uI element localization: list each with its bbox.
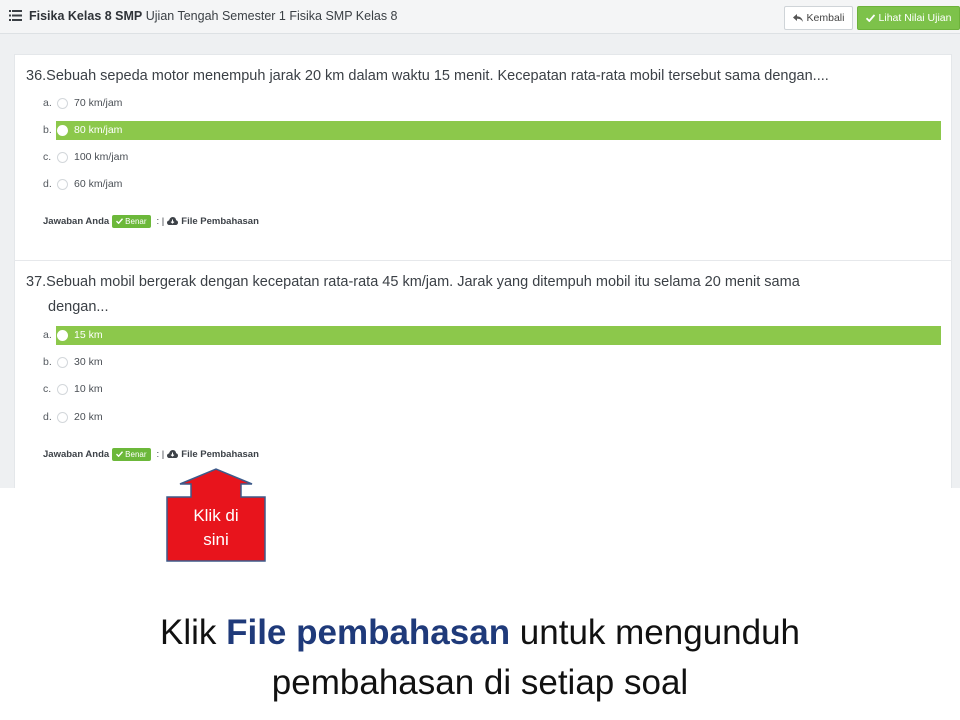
radio-button[interactable]	[57, 179, 68, 190]
question-36-option-a[interactable]: a. 70 km/jam	[0, 94, 960, 113]
radio-button[interactable]	[57, 412, 68, 423]
exam-review-screenshot: Fisika Kelas 8 SMP Ujian Tengah Semester…	[0, 0, 960, 488]
option-letter: c.	[43, 383, 52, 395]
back-button[interactable]: Kembali	[784, 6, 853, 30]
option-letter: b.	[43, 124, 52, 136]
callout-text: Klik di sini	[193, 506, 239, 549]
option-text: 15 km	[74, 329, 103, 341]
question-36-option-d[interactable]: d. 60 km/jam	[0, 175, 960, 194]
check-icon	[865, 14, 875, 22]
separator: : |	[156, 448, 165, 460]
option-text: 80 km/jam	[74, 124, 123, 136]
caption-line1: Klik File pembahasan untuk mengunduh	[159, 613, 801, 652]
radio-button[interactable]	[57, 357, 68, 368]
click-here-callout: Klik di sini	[166, 468, 266, 562]
back-label: Kembali	[806, 12, 845, 24]
question-37-text: 37.Sebuah mobil bergerak dengan kecepata…	[26, 272, 800, 318]
option-letter: c.	[43, 151, 52, 163]
list-icon	[9, 10, 22, 21]
question-37-option-d[interactable]: d. 20 km	[0, 408, 960, 427]
breadcrumb: Fisika Kelas 8 SMP Ujian Tengah Semester…	[29, 9, 398, 23]
status-badge: Benar	[112, 447, 151, 461]
question-37-answer-row: Jawaban Anda Benar : | File Pembahasan	[43, 446, 259, 462]
option-letter: b.	[43, 356, 52, 368]
file-pembahasan-link[interactable]: File Pembahasan	[167, 449, 259, 460]
separator: : |	[156, 215, 165, 227]
radio-button[interactable]	[57, 125, 68, 136]
option-text: 20 km	[74, 411, 103, 423]
question-37-option-c[interactable]: c. 10 km	[0, 380, 960, 399]
exam-title: Ujian Tengah Semester 1 Fisika SMP Kelas…	[145, 9, 398, 23]
question-36-option-b[interactable]: b. 80 km/jam	[0, 121, 960, 140]
option-letter: a.	[43, 329, 52, 341]
option-text: 60 km/jam	[74, 178, 123, 190]
option-text: 100 km/jam	[74, 151, 129, 163]
radio-button[interactable]	[57, 152, 68, 163]
cloud-download-icon	[167, 217, 179, 225]
option-letter: d.	[43, 411, 52, 423]
option-text: 70 km/jam	[74, 97, 123, 109]
answer-label: Jawaban Anda	[43, 215, 110, 227]
file-label: File Pembahasan	[181, 448, 259, 460]
question-37-option-b[interactable]: b. 30 km	[0, 353, 960, 372]
question-36-option-c[interactable]: c. 100 km/jam	[0, 148, 960, 167]
view-score-button[interactable]: Lihat Nilai Ujian	[857, 6, 960, 30]
status-badge: Benar	[112, 214, 151, 228]
file-pembahasan-link[interactable]: File Pembahasan	[167, 216, 259, 227]
radio-button[interactable]	[57, 98, 68, 109]
cloud-download-icon	[167, 450, 179, 458]
check-icon	[116, 451, 124, 457]
question-36-answer-row: Jawaban Anda Benar : | File Pembahasan	[43, 213, 259, 229]
option-text: 30 km	[74, 356, 103, 368]
course-name: Fisika Kelas 8 SMP	[29, 9, 143, 23]
answer-label: Jawaban Anda	[43, 448, 110, 460]
question-37-line2: dengan...	[48, 299, 109, 315]
radio-button[interactable]	[57, 384, 68, 395]
file-label: File Pembahasan	[181, 215, 259, 227]
option-letter: a.	[43, 97, 52, 109]
caption-highlight: File pembahasan	[226, 613, 511, 652]
radio-button[interactable]	[57, 330, 68, 341]
question-37-option-a[interactable]: a. 15 km	[0, 326, 960, 345]
option-text: 10 km	[74, 383, 103, 395]
view-score-label: Lihat Nilai Ujian	[878, 12, 952, 24]
question-37-line1: 37.Sebuah mobil bergerak dengan kecepata…	[26, 274, 800, 290]
top-bar: Fisika Kelas 8 SMP Ujian Tengah Semester…	[0, 0, 960, 34]
reply-icon	[792, 14, 803, 22]
option-letter: d.	[43, 178, 52, 190]
caption-line2: pembahasan di setiap soal	[271, 663, 689, 702]
question-divider	[14, 260, 952, 261]
check-icon	[116, 218, 124, 224]
question-36-text: 36.Sebuah sepeda motor menempuh jarak 20…	[26, 68, 829, 84]
slide-caption: Klik File pembahasan untuk mengunduh pem…	[0, 608, 960, 708]
